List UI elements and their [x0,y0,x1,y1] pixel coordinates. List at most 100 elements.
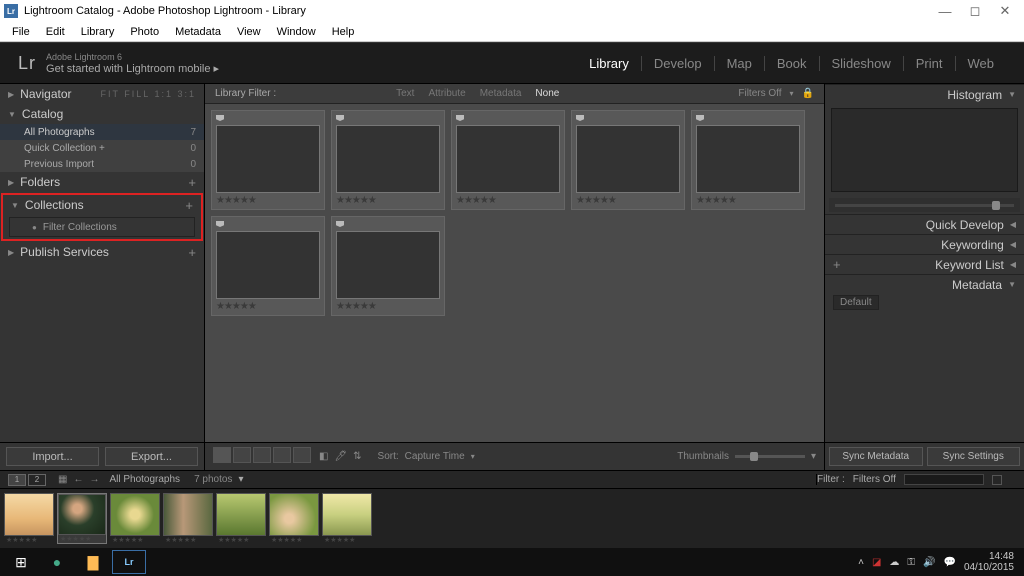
add-folder-icon[interactable]: + [188,175,196,190]
sort-direction-icon[interactable]: ⇅ [353,451,361,462]
spray-icon[interactable]: 🖊 [334,451,347,462]
tray-up-icon[interactable]: ˄ [858,557,864,568]
grid-cell[interactable]: ★★★★★ [691,110,805,210]
module-web[interactable]: Web [956,56,1007,71]
menu-library[interactable]: Library [73,26,123,38]
back-arrow-icon[interactable]: ← [73,474,83,485]
menu-metadata[interactable]: Metadata [167,26,229,38]
filmstrip-cell[interactable]: ★★★★★ [322,493,372,544]
filmstrip-cell[interactable]: ★★★★★ [4,493,54,544]
menu-file[interactable]: File [4,26,38,38]
start-button[interactable]: ⊞ [4,550,38,574]
keywording-header[interactable]: Keywording ◀ [825,234,1024,254]
maximize-button[interactable]: ◻ [960,3,990,19]
keyword-list-header[interactable]: + Keyword List ◀ [825,254,1024,274]
breadcrumb-source[interactable]: All Photographs [109,474,180,485]
catalog-header[interactable]: ▼ Catalog [0,104,204,124]
module-library[interactable]: Library [577,56,642,71]
forward-arrow-icon[interactable]: → [89,474,99,485]
menu-view[interactable]: View [229,26,269,38]
menu-photo[interactable]: Photo [122,26,167,38]
add-keyword-icon[interactable]: + [833,257,841,272]
filter-lock-icon[interactable] [992,475,1002,485]
grid-cell[interactable]: ★★★★★ [211,216,325,316]
filter-metadata[interactable]: Metadata [480,88,522,99]
filmstrip-cell[interactable]: ★★★★★ [269,493,319,544]
quick-develop-header[interactable]: Quick Develop ◀ [825,214,1024,234]
lock-icon[interactable]: 🔒 [802,88,814,99]
identity-plate: Lr Adobe Lightroom 6 Get started with Li… [0,42,1024,84]
secondary-display-buttons[interactable]: 12 [8,474,48,486]
folders-header[interactable]: ▶ Folders + [0,172,204,192]
filmstrip-cell[interactable]: ★★★★★ [57,493,107,544]
menu-window[interactable]: Window [269,26,324,38]
minimize-button[interactable]: — [930,4,960,19]
sort-value[interactable]: Capture Time [405,451,465,462]
filter-text[interactable]: Text [396,88,414,99]
notifications-icon[interactable]: 💬 [943,557,955,568]
tray-cloud-icon[interactable]: ☁ [889,557,899,568]
import-button[interactable]: Import... [6,447,99,466]
grid-cell[interactable]: ★★★★★ [331,110,445,210]
module-slideshow[interactable]: Slideshow [820,56,904,71]
metadata-preset-select[interactable]: Default [833,295,879,310]
chrome-icon[interactable]: ● [40,550,74,574]
filter-attribute-bar[interactable] [904,474,984,485]
module-map[interactable]: Map [715,56,765,71]
window-titlebar: Lr Lightroom Catalog - Adobe Photoshop L… [0,0,1024,22]
catalog-item[interactable]: Previous Import0 [0,156,204,172]
lightroom-taskbar-icon[interactable]: Lr [112,550,146,574]
add-collection-icon[interactable]: + [185,198,193,213]
grid-cell[interactable]: ★★★★★ [211,110,325,210]
chevron-down-icon[interactable]: ▾ [790,89,794,98]
module-develop[interactable]: Develop [642,56,715,71]
module-print[interactable]: Print [904,56,956,71]
navigator-header[interactable]: ▶ Navigator FIT FILL 1:1 3:1 [0,84,204,104]
add-publish-icon[interactable]: + [188,245,196,260]
sync-metadata-button[interactable]: Sync Metadata [829,447,923,466]
catalog-item[interactable]: All Photographs7 [0,124,204,140]
grid-cell[interactable]: ★★★★★ [571,110,685,210]
metadata-header[interactable]: Metadata ▼ [825,274,1024,294]
painter-icon[interactable]: ◧ [319,451,328,462]
histogram-header[interactable]: Histogram ▼ [825,84,1024,104]
filmstrip[interactable]: ★★★★★★★★★★★★★★★★★★★★★★★★★★★★★★★★★★★ [0,488,1024,548]
histogram-slider[interactable] [829,198,1020,212]
system-clock[interactable]: 14:48 04/10/2015 [964,551,1014,573]
mobile-link[interactable]: Get started with Lightroom mobile ▸ [46,62,219,75]
grid-cell[interactable]: ★★★★★ [451,110,565,210]
filmstrip-cell[interactable]: ★★★★★ [216,493,266,544]
thumbnail-grid[interactable]: ★★★★★★★★★★★★★★★★★★★★★★★★★★★★★★★★★★★ [205,104,824,442]
chevron-down-icon[interactable]: ▾ [471,452,475,461]
collections-header[interactable]: ▼ Collections + [3,195,201,215]
filter-collections-input[interactable]: Filter Collections [9,217,195,237]
chevron-down-icon: ▼ [1008,280,1016,289]
module-book[interactable]: Book [765,56,820,71]
filmstrip-cell[interactable]: ★★★★★ [163,493,213,544]
chevron-down-icon[interactable]: ▾ [811,451,816,462]
menu-help[interactable]: Help [324,26,363,38]
filmstrip-cell[interactable]: ★★★★★ [110,493,160,544]
volume-icon[interactable]: 🔊 [923,557,935,568]
view-mode-buttons[interactable] [213,447,313,466]
grid-cell[interactable]: ★★★★★ [331,216,445,316]
close-button[interactable]: ✕ [990,3,1020,19]
filter-value[interactable]: Filters Off [853,474,896,485]
navigator-fit-options[interactable]: FIT FILL 1:1 3:1 [100,89,196,99]
sync-settings-button[interactable]: Sync Settings [927,447,1021,466]
chevron-down-icon[interactable]: ▾ [238,474,243,485]
chevron-right-icon: ▶ [8,90,14,99]
histogram-display [831,108,1018,192]
grid-icon[interactable]: ▦ [58,474,67,485]
filter-attribute[interactable]: Attribute [428,88,465,99]
publish-services-header[interactable]: ▶ Publish Services + [0,242,204,262]
thumbnail-size-slider[interactable] [735,455,805,458]
export-button[interactable]: Export... [105,447,198,466]
catalog-item[interactable]: Quick Collection +0 [0,140,204,156]
filters-off-label[interactable]: Filters Off [738,88,781,99]
menu-edit[interactable]: Edit [38,26,73,38]
filter-none[interactable]: None [535,88,559,99]
wifi-icon[interactable]: ⚿ [907,557,915,568]
tray-app-icon[interactable]: ◪ [872,557,881,568]
explorer-icon[interactable]: ▇ [76,550,110,574]
